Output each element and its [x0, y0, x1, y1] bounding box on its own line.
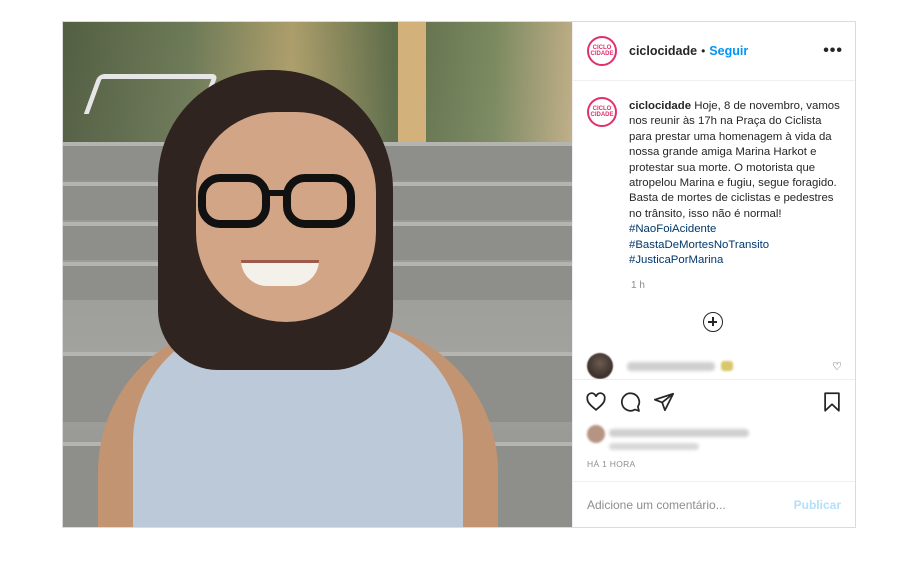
separator-dot: •	[701, 44, 706, 58]
blurred-emoji	[721, 361, 733, 371]
blurred-comment-text	[627, 361, 715, 371]
blurred-likes-text	[609, 443, 699, 450]
load-more-comments-icon[interactable]	[703, 312, 723, 332]
comment-icon[interactable]	[619, 391, 641, 413]
posted-ago: HÁ 1 HORA	[587, 459, 636, 469]
heart-icon[interactable]	[585, 391, 607, 413]
post-sidebar: CICLO CIDADE ciclocidade • Seguir ••• CI…	[572, 22, 855, 527]
caption-area: CICLO CIDADE ciclocidade Hoje, 8 de nove…	[573, 81, 855, 379]
caption-time: 1 h	[631, 280, 645, 292]
avatar-logo-text: CICLO CIDADE	[590, 45, 614, 57]
bookmark-icon[interactable]	[821, 391, 843, 413]
more-horizontal-icon[interactable]: •••	[823, 42, 843, 60]
comment-item: ♡	[587, 353, 842, 379]
instagram-post-card: CICLO CIDADE ciclocidade • Seguir ••• CI…	[62, 21, 856, 528]
blurred-likes-text	[609, 429, 749, 437]
hashtag-link[interactable]: #BastaDeMortesNoTransito	[629, 238, 841, 253]
avatar-logo-text: CICLO CIDADE	[590, 106, 614, 118]
caption-text: ciclocidade Hoje, 8 de novembro, vamos n…	[629, 99, 841, 268]
publish-button[interactable]: Publicar	[794, 498, 841, 512]
author-username[interactable]: ciclocidade	[629, 44, 697, 58]
comment-like-icon[interactable]: ♡	[832, 360, 842, 373]
follow-button[interactable]: Seguir	[709, 44, 748, 58]
comment-input[interactable]	[587, 497, 794, 512]
hashtag-link[interactable]: #JusticaPorMarina	[629, 253, 841, 268]
caption-body: Hoje, 8 de novembro, vamos nos reunir às…	[629, 100, 840, 220]
likes-summary[interactable]	[573, 423, 855, 457]
post-photo[interactable]	[63, 22, 572, 527]
caption-username[interactable]: ciclocidade	[629, 100, 691, 112]
add-comment-bar: Publicar	[573, 481, 855, 527]
commenter-avatar[interactable]	[587, 353, 613, 379]
hashtag-link[interactable]: #NaoFoiAcidente	[629, 223, 716, 235]
share-icon[interactable]	[653, 391, 675, 413]
caption-author-avatar[interactable]: CICLO CIDADE	[587, 97, 617, 127]
liker-avatar	[587, 425, 605, 443]
author-avatar[interactable]: CICLO CIDADE	[587, 36, 617, 66]
action-bar	[573, 379, 855, 423]
post-header: CICLO CIDADE ciclocidade • Seguir •••	[573, 22, 855, 81]
